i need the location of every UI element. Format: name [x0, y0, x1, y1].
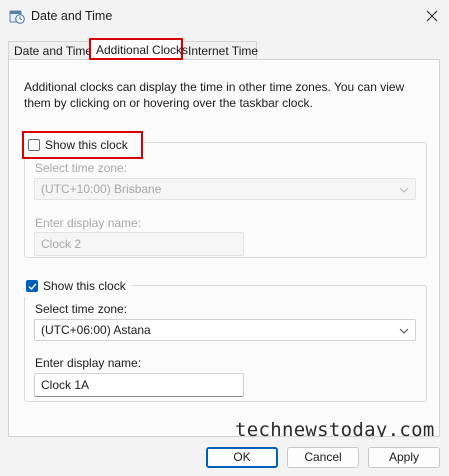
ok-button[interactable]: OK	[206, 447, 278, 468]
clock1-timezone-value: (UTC+10:00) Brisbane	[41, 182, 162, 196]
clock2-name-input[interactable]: Clock 1A	[34, 373, 244, 397]
apply-button[interactable]: Apply	[368, 447, 440, 468]
chevron-down-icon	[399, 328, 409, 334]
clock1-name-label: Enter display name:	[35, 216, 142, 230]
clock2-timezone-value: (UTC+06:00) Astana	[41, 323, 151, 337]
window-title: Date and Time	[31, 9, 113, 23]
cancel-button[interactable]: Cancel	[287, 447, 359, 468]
clock2-name-label: Enter display name:	[35, 356, 142, 370]
tab-additional-clocks[interactable]: Additional Clocks	[89, 38, 188, 60]
title-bar: Date and Time	[0, 0, 449, 34]
checkbox-checked-icon	[26, 280, 38, 292]
tab-internet-time[interactable]: Internet Time	[182, 41, 258, 59]
tab-date-and-time[interactable]: Date and Time	[8, 41, 92, 59]
close-icon	[426, 10, 438, 22]
clock2-timezone-select[interactable]: (UTC+06:00) Astana	[34, 319, 416, 341]
clock1-name-input[interactable]: Clock 2	[34, 232, 244, 256]
tab-strip: Date and Time Internet Time Additional C…	[0, 38, 449, 60]
clock1-show-checkbox[interactable]: Show this clock	[22, 131, 143, 159]
clock-calendar-icon	[9, 10, 25, 24]
chevron-down-icon	[399, 187, 409, 193]
clock1-timezone-label: Select time zone:	[35, 161, 128, 175]
clock1-show-label: Show this clock	[45, 138, 128, 152]
clock2-timezone-label: Select time zone:	[35, 302, 128, 316]
close-button[interactable]	[418, 4, 446, 28]
clock2-show-label: Show this clock	[43, 279, 126, 293]
clock2-show-checkbox[interactable]: Show this clock	[22, 275, 132, 297]
intro-text: Additional clocks can display the time i…	[24, 80, 405, 110]
clock1-timezone-select[interactable]: (UTC+10:00) Brisbane	[34, 178, 416, 200]
checkbox-unchecked-icon	[28, 139, 40, 151]
